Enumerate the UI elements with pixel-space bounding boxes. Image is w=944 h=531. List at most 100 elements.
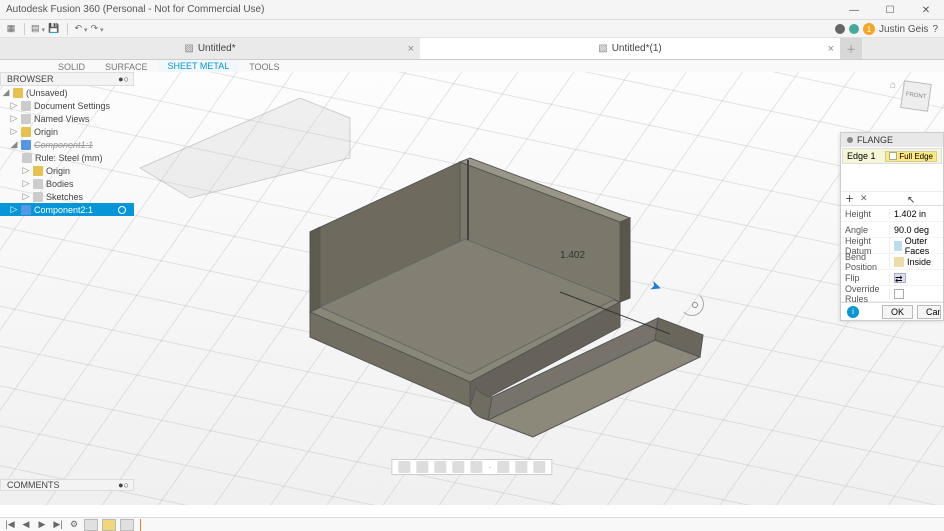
timeline-next-icon[interactable]: ▶| bbox=[52, 520, 64, 530]
orbit-icon[interactable] bbox=[398, 461, 410, 473]
activate-radio-icon[interactable] bbox=[118, 206, 126, 214]
view-cube[interactable]: FRONT bbox=[898, 78, 934, 114]
component-icon bbox=[21, 140, 31, 150]
bendpos-select[interactable]: Inside bbox=[889, 257, 943, 267]
dimension-label[interactable]: 1.402 bbox=[560, 250, 585, 261]
redo-icon[interactable]: ↷ bbox=[90, 22, 104, 36]
close-window-button[interactable]: ✕ bbox=[908, 0, 944, 20]
cursor-icon: ↖ bbox=[907, 195, 915, 206]
cancel-button[interactable]: Cancel bbox=[917, 305, 941, 319]
viewcube-face[interactable]: FRONT bbox=[900, 80, 932, 112]
timeline-play-icon[interactable]: ▶ bbox=[36, 520, 48, 530]
close-tab-icon[interactable]: × bbox=[408, 43, 414, 55]
edge-label: Edge 1 bbox=[847, 151, 876, 161]
timeline-start-icon[interactable]: |◀ bbox=[4, 520, 16, 530]
height-input[interactable] bbox=[894, 209, 943, 219]
viewports-icon[interactable] bbox=[534, 461, 546, 473]
timeline-feature[interactable] bbox=[102, 519, 116, 531]
timeline-feature[interactable] bbox=[120, 519, 134, 531]
tree-root[interactable]: ◢(Unsaved) bbox=[0, 86, 134, 99]
dialog-bullet-icon bbox=[847, 137, 853, 143]
browser-title: BROWSER bbox=[7, 74, 54, 84]
pan-icon[interactable] bbox=[434, 461, 446, 473]
comments-title: COMMENTS bbox=[7, 480, 60, 490]
quick-access-toolbar: ▦ ▤ 💾 ↶ ↷ 1 Justin Geis ? bbox=[0, 20, 944, 38]
browser-tree: ◢(Unsaved) ▷Document Settings ▷Named Vie… bbox=[0, 86, 134, 216]
new-tab-button[interactable]: ＋ bbox=[840, 38, 862, 59]
browser-panel-header[interactable]: BROWSER ●○ bbox=[0, 72, 134, 86]
notification-badge[interactable]: 1 bbox=[863, 23, 875, 35]
views-icon bbox=[21, 114, 31, 124]
display-settings-icon[interactable] bbox=[498, 461, 510, 473]
add-selection-icon[interactable]: ＋ bbox=[845, 192, 854, 205]
doc-icon bbox=[13, 88, 23, 98]
height-label: Height bbox=[841, 209, 889, 219]
flange-dialog[interactable]: FLANGE Edge 1 Full Edge ↖ ＋ ✕ Height Ang… bbox=[840, 132, 944, 321]
model-3d[interactable] bbox=[260, 112, 710, 442]
comments-panel-header[interactable]: COMMENTS ●○ bbox=[0, 479, 134, 491]
bendpos-icon bbox=[894, 257, 904, 267]
dialog-header[interactable]: FLANGE bbox=[841, 133, 943, 147]
dialog-title: FLANGE bbox=[857, 135, 893, 145]
timeline: |◀ ◀ ▶ ▶| ⚙ bbox=[0, 517, 944, 531]
tree-rule[interactable]: Rule: Steel (mm) bbox=[0, 151, 134, 164]
gear-icon bbox=[21, 101, 31, 111]
tree-sketches[interactable]: ▷Sketches bbox=[0, 190, 134, 203]
tree-origin[interactable]: ▷Origin bbox=[0, 125, 134, 138]
app-title: Autodesk Fusion 360 (Personal - Not for … bbox=[0, 4, 264, 15]
tree-bodies[interactable]: ▷Bodies bbox=[0, 177, 134, 190]
look-icon[interactable] bbox=[416, 461, 428, 473]
angle-handle-dot[interactable] bbox=[692, 302, 698, 308]
timeline-feature[interactable] bbox=[84, 519, 98, 531]
ok-button[interactable]: OK bbox=[882, 305, 913, 319]
selection-add-remove: ＋ ✕ bbox=[841, 191, 943, 205]
help-icon[interactable]: ? bbox=[932, 24, 938, 35]
override-checkbox[interactable] bbox=[894, 289, 904, 299]
full-edge-toggle[interactable]: Full Edge bbox=[885, 151, 937, 162]
sketches-icon bbox=[33, 192, 43, 202]
rule-icon bbox=[22, 153, 32, 163]
user-name[interactable]: Justin Geis bbox=[879, 24, 928, 35]
file-icon[interactable]: ▤ bbox=[31, 22, 45, 36]
maximize-button[interactable]: ☐ bbox=[872, 0, 908, 20]
clear-selection-icon[interactable]: ✕ bbox=[860, 193, 868, 204]
tab-untitled[interactable]: ▧ Untitled* × bbox=[0, 38, 420, 59]
tree-named-views[interactable]: ▷Named Views bbox=[0, 112, 134, 125]
minimize-button[interactable]: — bbox=[836, 0, 872, 20]
timeline-marker[interactable] bbox=[140, 519, 141, 531]
angle-input[interactable] bbox=[894, 225, 943, 235]
grid-icon[interactable] bbox=[516, 461, 528, 473]
tab-label: Untitled*(1) bbox=[612, 43, 662, 54]
timeline-settings-icon[interactable]: ⚙ bbox=[68, 520, 80, 530]
main-area: ⌂ FRONT bbox=[0, 72, 944, 505]
timeline-prev-icon[interactable]: ◀ bbox=[20, 520, 32, 530]
info-icon[interactable]: i bbox=[847, 306, 859, 318]
save-icon[interactable]: 💾 bbox=[47, 22, 61, 36]
flip-button[interactable]: ⇄ bbox=[894, 273, 906, 283]
datum-select[interactable]: Outer Faces bbox=[889, 236, 943, 256]
ext-icon[interactable] bbox=[835, 24, 845, 34]
angle-label: Angle bbox=[841, 225, 889, 235]
navigation-toolbar: · bbox=[391, 459, 552, 475]
undo-icon[interactable]: ↶ bbox=[74, 22, 88, 36]
edge-selection-row[interactable]: Edge 1 Full Edge bbox=[842, 148, 942, 164]
tree-component1[interactable]: ◢Component1:1 bbox=[0, 138, 134, 151]
comments-collapse-icon[interactable]: ●○ bbox=[118, 480, 129, 490]
tab-untitled-1[interactable]: ▧ Untitled*(1) × bbox=[420, 38, 840, 59]
tree-component2[interactable]: ▷Component2:1 bbox=[0, 203, 134, 216]
bendpos-label: Bend Position bbox=[841, 252, 889, 272]
row-height: Height bbox=[841, 206, 943, 222]
tree-origin2[interactable]: ▷Origin bbox=[0, 164, 134, 177]
tree-docset[interactable]: ▷Document Settings bbox=[0, 99, 134, 112]
app-menu-icon[interactable]: ▦ bbox=[4, 22, 18, 36]
fit-icon[interactable] bbox=[470, 461, 482, 473]
zoom-icon[interactable] bbox=[452, 461, 464, 473]
close-tab-icon[interactable]: × bbox=[828, 43, 834, 55]
home-view-icon[interactable]: ⌂ bbox=[890, 80, 896, 91]
row-bend-position: Bend Position Inside bbox=[841, 254, 943, 270]
origin-icon bbox=[21, 127, 31, 137]
component-icon bbox=[21, 205, 31, 215]
tab-doc-icon: ▧ bbox=[598, 43, 607, 54]
bodies-icon bbox=[33, 179, 43, 189]
browser-collapse-icon[interactable]: ●○ bbox=[118, 74, 129, 84]
